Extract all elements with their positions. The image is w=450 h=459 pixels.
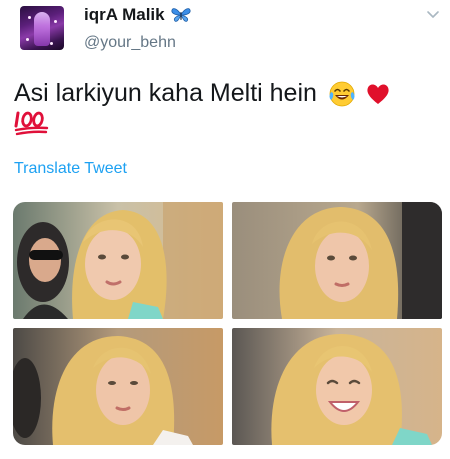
hundred-points-emoji-icon — [14, 111, 49, 136]
display-name[interactable]: iqrA Malik — [84, 5, 165, 25]
avatar-sparkle — [26, 38, 29, 41]
chevron-down-icon[interactable] — [426, 8, 440, 22]
media-grid — [13, 202, 442, 445]
avatar-sparkle — [28, 16, 31, 19]
avatar-sparkle — [50, 42, 53, 45]
tweet-text: Asi larkiyun kaha Melti hein — [14, 78, 391, 108]
photo-image — [232, 202, 442, 319]
tears-of-joy-emoji-icon — [329, 81, 355, 107]
tweet-text-body: Asi larkiyun kaha Melti hein — [14, 79, 317, 107]
media-photo-4[interactable] — [232, 328, 442, 445]
avatar-sparkle — [54, 20, 57, 23]
media-photo-3[interactable] — [13, 328, 223, 445]
photo-image — [13, 328, 223, 445]
translate-tweet-link[interactable]: Translate Tweet — [14, 160, 127, 178]
name-row[interactable]: iqrA Malik — [84, 5, 191, 25]
user-handle[interactable]: @your_behn — [84, 34, 176, 52]
media-photo-1[interactable] — [13, 202, 223, 319]
avatar-figure — [34, 12, 50, 46]
avatar[interactable] — [20, 6, 64, 50]
photo-image — [232, 328, 442, 445]
media-photo-2[interactable] — [232, 202, 442, 319]
red-heart-emoji-icon — [367, 84, 389, 105]
butterfly-icon — [171, 8, 191, 22]
photo-image — [13, 202, 223, 319]
tweet-card: iqrA Malik @your_behn Asi larkiyun kaha … — [0, 0, 450, 459]
